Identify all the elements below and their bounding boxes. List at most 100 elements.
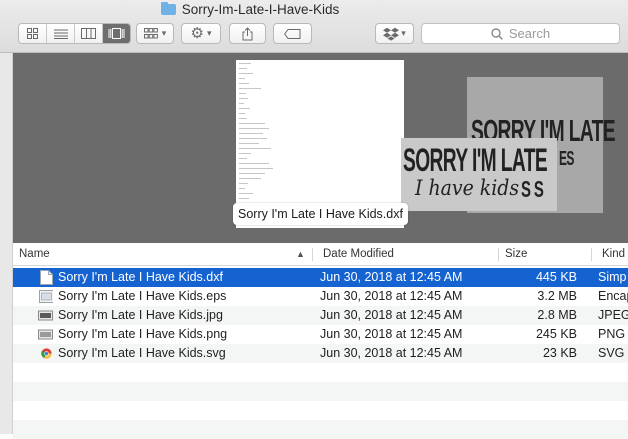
tag-icon — [284, 28, 301, 39]
document-text-line — [239, 193, 253, 194]
image-file-icon — [38, 310, 53, 321]
document-text-line — [239, 83, 249, 84]
eps-file-icon — [39, 290, 53, 303]
list-icon — [53, 29, 68, 39]
document-text-line — [239, 103, 244, 104]
document-icon — [40, 270, 53, 285]
artwork-script-text: I have kids — [415, 176, 520, 200]
column-view-button[interactable] — [75, 24, 103, 43]
file-row[interactable]: Sorry I'm Late I Have Kids.png Jun 30, 2… — [13, 325, 628, 344]
cover-flow-preview[interactable]: SORRY I'M LATE ES SORRY I'M LATE I have … — [13, 53, 628, 243]
document-text-line — [239, 143, 259, 144]
folder-icon — [160, 2, 176, 15]
document-text-line — [239, 138, 267, 139]
column-header-name[interactable]: Name — [19, 244, 50, 265]
document-text-line — [239, 88, 261, 89]
search-field[interactable]: Search — [421, 23, 620, 44]
empty-row — [13, 420, 628, 439]
document-text-line — [239, 123, 265, 124]
file-date: Jun 30, 2018 at 12:45 AM — [320, 289, 463, 303]
file-date: Jun 30, 2018 at 12:45 AM — [320, 270, 463, 284]
document-text-line — [239, 128, 269, 129]
arrange-button[interactable]: ▾ — [136, 23, 174, 44]
share-button[interactable] — [229, 23, 266, 44]
file-kind: JPEG — [598, 308, 628, 322]
document-text-line — [239, 93, 246, 94]
action-button[interactable]: ⚙ ▾ — [181, 23, 221, 44]
cover-flow-view-button[interactable] — [103, 24, 130, 43]
icon-view-button[interactable] — [19, 24, 47, 43]
document-text-line — [239, 108, 250, 109]
column-divider[interactable] — [591, 248, 592, 261]
chevron-down-icon: ▾ — [206, 28, 212, 38]
file-name: Sorry I'm Late I Have Kids.jpg — [58, 308, 223, 322]
chrome-icon — [41, 348, 52, 359]
columns-icon — [81, 28, 96, 39]
tag-button[interactable] — [273, 23, 312, 44]
file-name: Sorry I'm Late I Have Kids.dxf — [58, 270, 223, 284]
file-name: Sorry I'm Late I Have Kids.eps — [58, 289, 227, 303]
file-name: Sorry I'm Late I Have Kids.svg — [58, 346, 226, 360]
file-date: Jun 30, 2018 at 12:45 AM — [320, 308, 463, 322]
preview-caption: Sorry I'm Late I Have Kids.dxf — [233, 203, 408, 225]
file-date: Jun 30, 2018 at 12:45 AM — [320, 346, 463, 360]
document-text-line — [239, 148, 271, 149]
empty-row — [13, 363, 628, 382]
file-kind: Encap — [598, 289, 628, 303]
artwork-text: SORRY I'M LATE — [403, 142, 548, 178]
column-divider[interactable] — [498, 248, 499, 261]
file-row[interactable]: Sorry I'm Late I Have Kids.svg Jun 30, 2… — [13, 344, 628, 363]
empty-row — [13, 382, 628, 401]
document-text-line — [239, 153, 251, 154]
chevron-down-icon: ▾ — [161, 28, 167, 38]
file-date: Jun 30, 2018 at 12:45 AM — [320, 327, 463, 341]
file-size: 3.2 MB — [537, 289, 577, 303]
file-row[interactable]: Sorry I'm Late I Have Kids.dxf Jun 30, 2… — [13, 268, 628, 287]
window-title-text: Sorry-Im-Late-I-Have-Kids — [181, 2, 340, 17]
column-header-date[interactable]: Date Modified — [323, 244, 394, 265]
document-text-line — [239, 78, 245, 79]
view-switcher — [18, 23, 131, 44]
chevron-down-icon: ▾ — [401, 28, 406, 38]
jpg-artwork-thumbnail[interactable]: SORRY I'M LATE I have kids S S — [401, 138, 557, 211]
document-text-line — [239, 173, 265, 174]
share-icon — [242, 26, 253, 40]
arrange-icon — [143, 28, 158, 39]
document-text-line — [239, 98, 248, 99]
document-text-line — [239, 68, 247, 69]
column-divider[interactable] — [312, 248, 313, 261]
document-text-line — [239, 118, 247, 119]
grid-icon — [27, 28, 38, 39]
document-text-line — [239, 188, 245, 189]
file-kind: PNG — [598, 327, 626, 341]
document-text-line — [239, 113, 245, 114]
search-icon — [491, 27, 503, 40]
search-placeholder: Search — [508, 26, 551, 41]
document-text-line — [239, 183, 248, 184]
document-text-line — [239, 133, 263, 134]
document-text-line — [239, 168, 273, 169]
gear-icon: ⚙ — [190, 25, 204, 42]
file-kind: SVG d — [598, 346, 628, 360]
file-list: Sorry I'm Late I Have Kids.dxf Jun 30, 2… — [13, 268, 628, 439]
file-row[interactable]: Sorry I'm Late I Have Kids.eps Jun 30, 2… — [13, 287, 628, 306]
file-name: Sorry I'm Late I Have Kids.png — [58, 327, 228, 341]
window-title: Sorry-Im-Late-I-Have-Kids — [0, 1, 500, 19]
column-header-size[interactable]: Size — [505, 244, 527, 265]
list-view-button[interactable] — [47, 24, 75, 43]
column-header-kind[interactable]: Kind — [602, 244, 625, 265]
document-text-line — [239, 73, 253, 74]
cover-flow-icon — [108, 28, 125, 39]
file-size: 2.8 MB — [537, 308, 577, 322]
sort-ascending-icon: ▲ — [296, 249, 305, 259]
document-text-line — [239, 63, 251, 64]
file-row[interactable]: Sorry I'm Late I Have Kids.jpg Jun 30, 2… — [13, 306, 628, 325]
document-text-line — [239, 158, 247, 159]
document-text-line — [239, 178, 261, 179]
file-kind: Simp — [598, 270, 627, 284]
file-size: 245 KB — [535, 327, 577, 341]
document-text-line — [239, 198, 249, 199]
dropbox-button[interactable]: ▾ — [375, 23, 414, 44]
dropbox-icon — [383, 27, 400, 41]
artwork-text: S S — [521, 176, 544, 202]
